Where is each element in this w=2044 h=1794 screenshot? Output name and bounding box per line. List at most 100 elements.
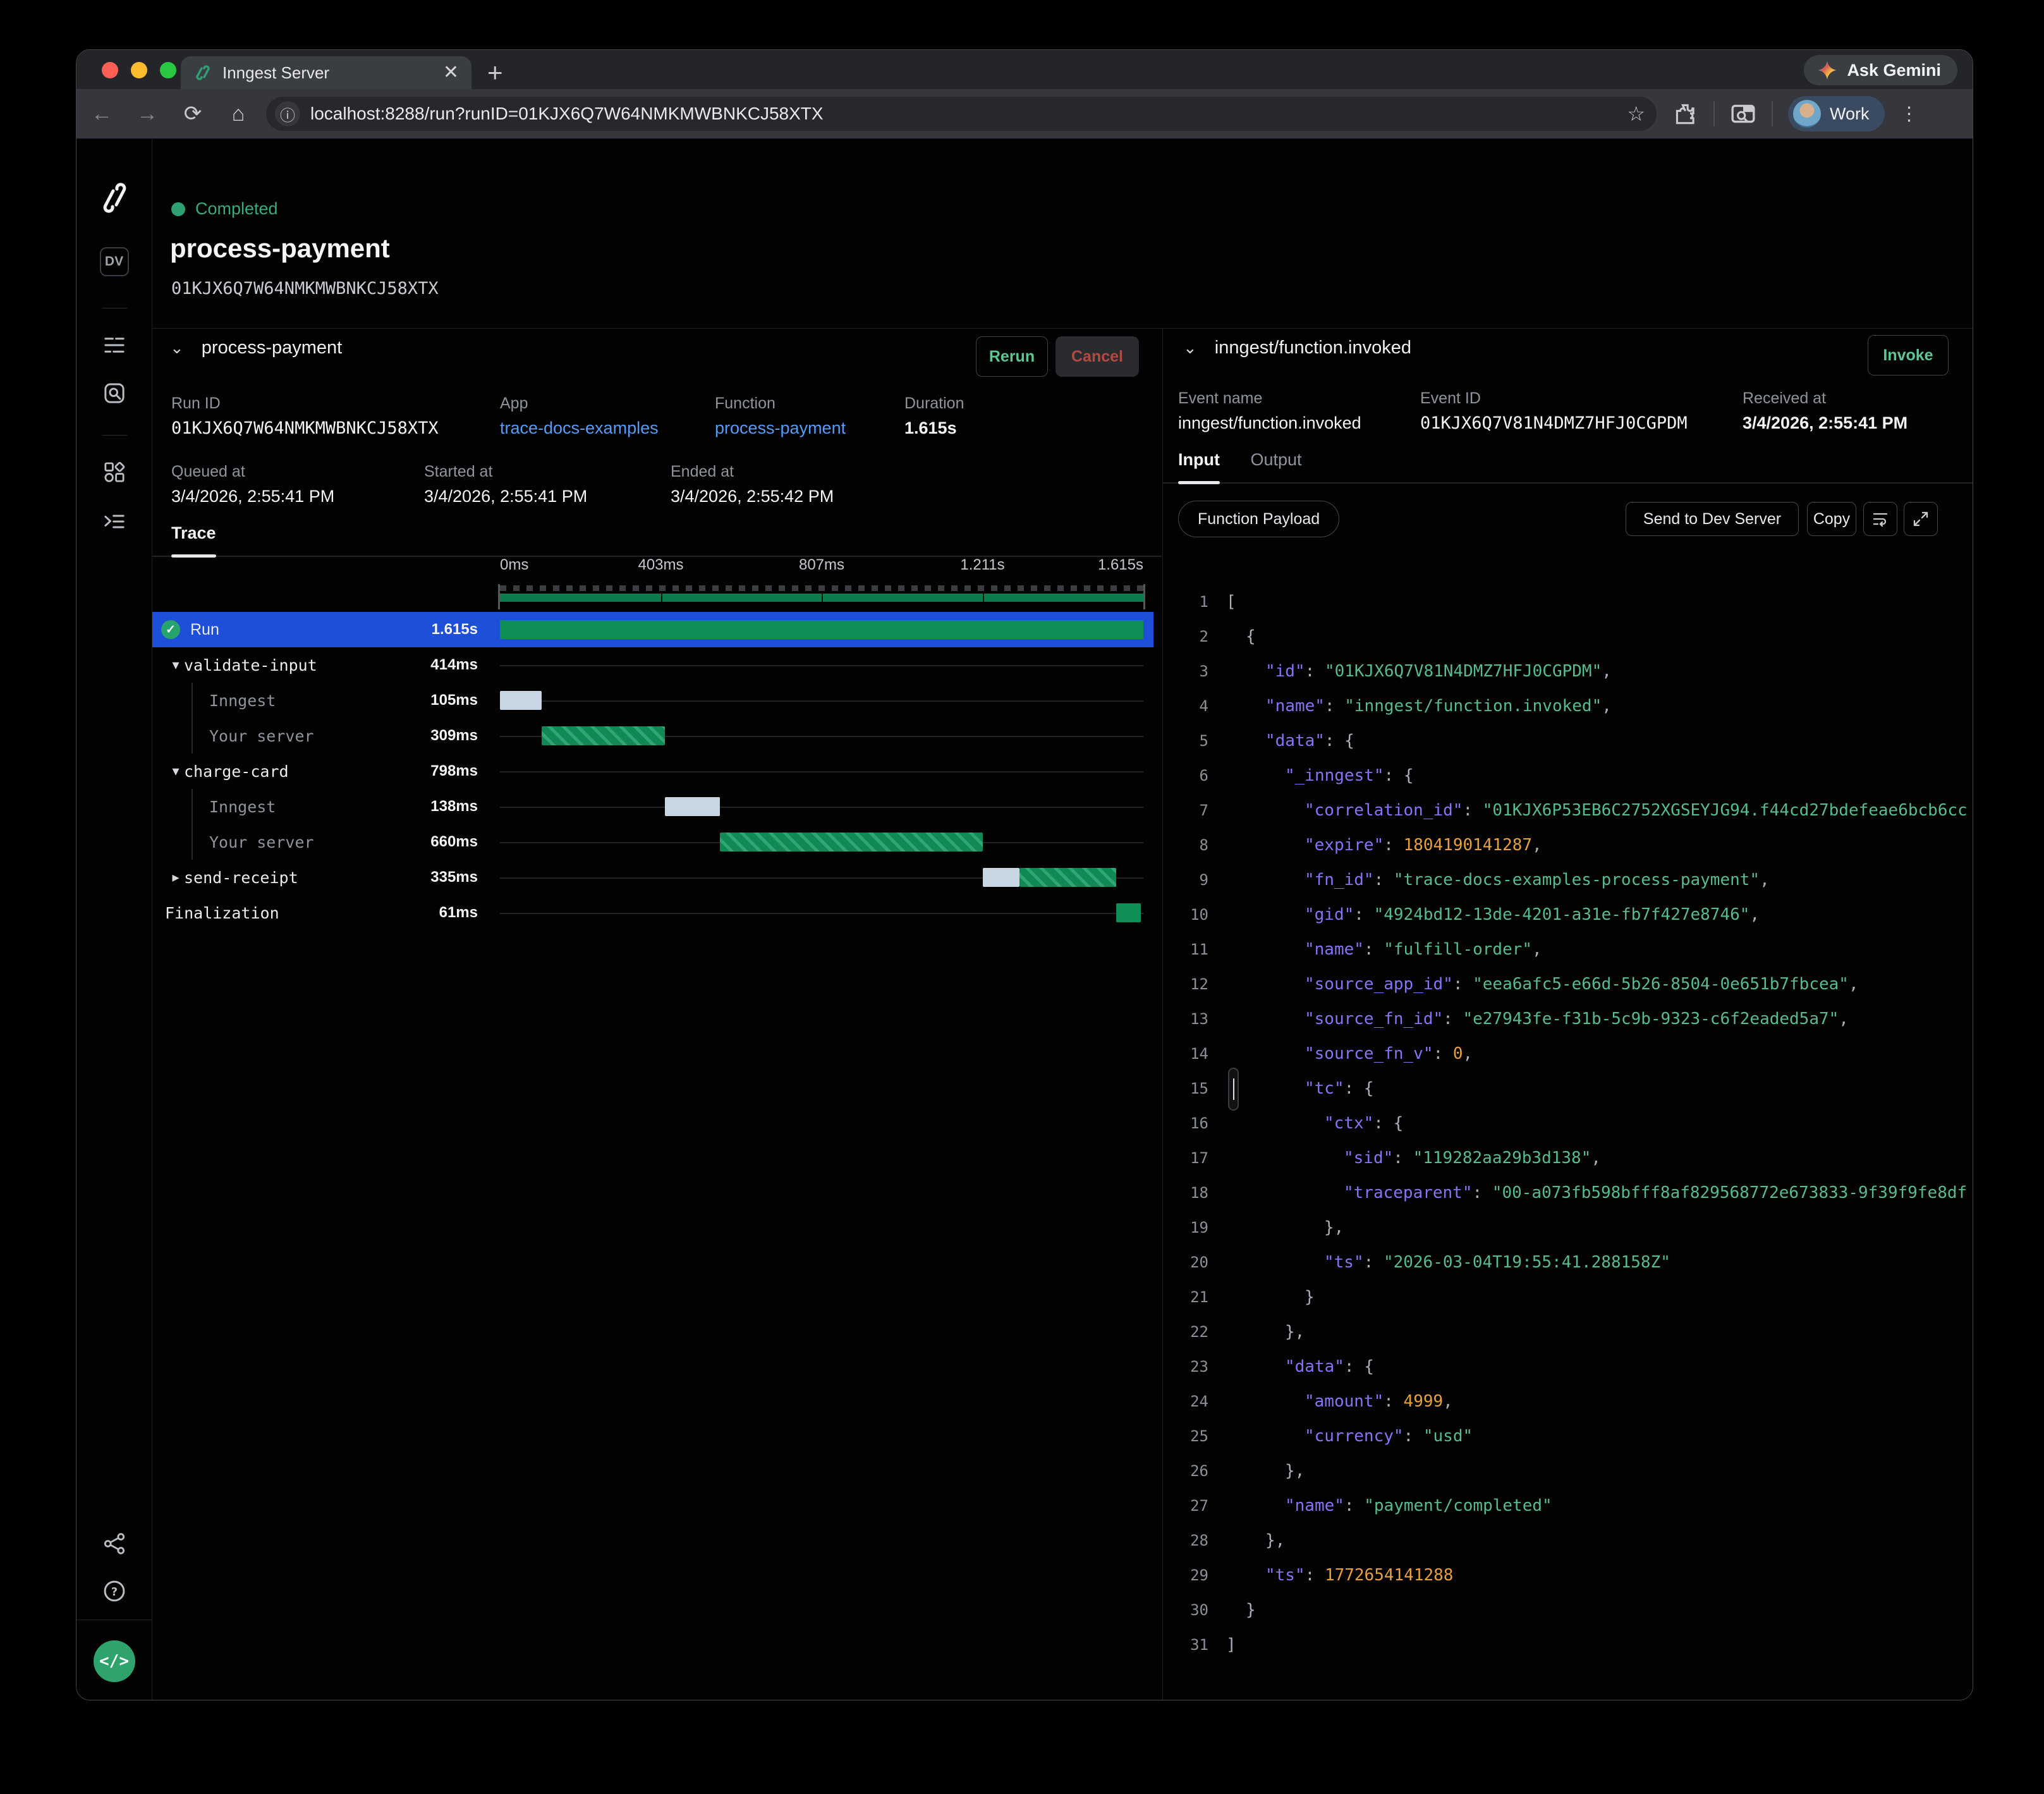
new-tab-button[interactable]: + xyxy=(487,58,503,88)
line-number: 3 xyxy=(1163,662,1208,680)
minimize-window-button[interactable] xyxy=(131,62,147,78)
trace-row-label: Run xyxy=(190,621,219,639)
span-bar-light[interactable] xyxy=(665,797,720,816)
code-line: 10"gid": "4924bd12-13de-4201-a31e-fb7f42… xyxy=(1163,897,1973,932)
line-number: 12 xyxy=(1163,975,1208,993)
invoke-button[interactable]: Invoke xyxy=(1868,335,1949,375)
line-number: 1 xyxy=(1163,593,1208,611)
trace-row-send-receipt[interactable]: ▸send-receipt335ms xyxy=(152,860,1153,895)
trace-row-inngest[interactable]: ▾Inngest138ms xyxy=(152,789,1153,824)
span-bar-run[interactable] xyxy=(500,620,1143,639)
bookmark-star-icon[interactable]: ☆ xyxy=(1627,102,1645,126)
inngest-logo-icon[interactable] xyxy=(76,183,152,213)
line-number: 22 xyxy=(1163,1323,1208,1341)
timeline-minimap[interactable] xyxy=(500,585,1143,614)
rerun-button[interactable]: Rerun xyxy=(976,336,1048,377)
profile-chip[interactable]: Work xyxy=(1788,96,1885,131)
code-line: 5"data": { xyxy=(1163,723,1973,758)
line-number: 9 xyxy=(1163,871,1208,889)
chevron-down-icon[interactable]: ▾ xyxy=(167,763,184,779)
code-line: 17"sid": "119282aa29b3d138", xyxy=(1163,1140,1973,1175)
line-number: 6 xyxy=(1163,767,1208,784)
trace-row-run[interactable]: ✓Run1.615s xyxy=(152,612,1153,647)
code-line: 21} xyxy=(1163,1279,1973,1314)
sidebar-item-functions[interactable] xyxy=(76,511,152,532)
code-line: 18"traceparent": "00-a073fb598bfff8af829… xyxy=(1163,1175,1973,1210)
reload-icon[interactable]: ⟳ xyxy=(179,101,207,126)
json-code-editor[interactable]: 1[2{3"id": "01KJX6Q7V81N4DMZ7HFJ0CGPDM",… xyxy=(1163,584,1973,1662)
axis-tick-label: 1.615s xyxy=(1098,556,1143,574)
chevron-right-icon[interactable]: ▸ xyxy=(167,869,184,886)
ask-gemini-button[interactable]: Ask Gemini xyxy=(1804,55,1957,85)
maximize-window-button[interactable] xyxy=(160,62,176,78)
span-bar-light[interactable] xyxy=(500,691,542,710)
toolbar-divider xyxy=(1713,101,1715,126)
tab-input[interactable]: Input xyxy=(1178,450,1220,482)
span-bar-hatch[interactable] xyxy=(542,726,665,745)
trace-row-charge-card[interactable]: ▾charge-card798ms xyxy=(152,754,1153,789)
trace-row-finalization[interactable]: ▾Finalization61ms xyxy=(152,895,1153,931)
browser-tab[interactable]: Inngest Server ✕ xyxy=(181,56,471,89)
inngest-app: DV ? xyxy=(76,138,1973,1700)
close-window-button[interactable] xyxy=(102,62,118,78)
tab-search-icon[interactable] xyxy=(1730,101,1756,126)
help-icon: ? xyxy=(102,1579,126,1603)
workspace-badge[interactable]: DV xyxy=(76,247,152,276)
collapse-chevron-icon[interactable]: ⌄ xyxy=(170,338,184,358)
extensions-icon[interactable] xyxy=(1673,101,1698,126)
code-text: } xyxy=(1226,1601,1256,1620)
ended-at-value: 3/4/2026, 2:55:42 PM xyxy=(671,487,834,506)
line-number: 7 xyxy=(1163,802,1208,819)
url-bar[interactable]: ⓘ localhost:8288/run?runID=01KJX6Q7W64NM… xyxy=(266,97,1657,131)
word-wrap-button[interactable] xyxy=(1863,502,1897,536)
site-info-icon[interactable]: ⓘ xyxy=(275,101,300,126)
tab-close-icon[interactable]: ✕ xyxy=(443,63,459,82)
event-name-value: inngest/function.invoked xyxy=(1178,413,1361,433)
browser-toolbar: ← → ⟳ ⌂ ⓘ localhost:8288/run?runID=01KJX… xyxy=(76,89,1973,138)
line-number: 29 xyxy=(1163,1566,1208,1584)
cancel-button[interactable]: Cancel xyxy=(1055,336,1139,377)
copy-button[interactable]: Copy xyxy=(1807,502,1856,536)
code-text: "sid": "119282aa29b3d138", xyxy=(1226,1149,1601,1168)
sidebar-item-apps[interactable] xyxy=(76,461,152,484)
tab-trace[interactable]: Trace xyxy=(171,523,216,556)
dev-code-button[interactable]: </> xyxy=(94,1640,135,1682)
sidebar-item-help[interactable]: ? xyxy=(76,1579,152,1603)
code-text: "amount": 4999, xyxy=(1226,1392,1453,1411)
apps-icon xyxy=(103,461,126,484)
span-bar-light[interactable] xyxy=(983,868,1019,887)
send-to-dev-server-button[interactable]: Send to Dev Server xyxy=(1626,502,1799,536)
sidebar-item-events[interactable] xyxy=(76,382,152,405)
trace-row-validate-input[interactable]: ▾validate-input414ms xyxy=(152,647,1153,683)
panel-resize-handle[interactable] xyxy=(1228,1068,1239,1111)
back-icon[interactable]: ← xyxy=(88,102,116,126)
code-line: 16"ctx": { xyxy=(1163,1106,1973,1140)
trace-row-your-server[interactable]: ▾Your server660ms xyxy=(152,824,1153,860)
span-bar-solid[interactable] xyxy=(1116,903,1140,922)
code-text: "name": "fulfill-order", xyxy=(1226,940,1542,959)
trace-row-timeline xyxy=(500,612,1143,647)
expand-button[interactable] xyxy=(1904,502,1938,536)
tab-favicon-inngest-logo-icon xyxy=(193,63,212,82)
code-text: ] xyxy=(1226,1635,1236,1654)
collapse-chevron-icon[interactable]: ⌄ xyxy=(1183,338,1197,358)
span-bar-hatch[interactable] xyxy=(720,833,983,851)
tab-output[interactable]: Output xyxy=(1250,450,1301,482)
browser-menu-icon[interactable]: ⋮ xyxy=(1900,103,1919,125)
chevron-down-icon[interactable]: ▾ xyxy=(167,657,184,673)
browser-tabstrip: Inngest Server ✕ + Ask Gemini xyxy=(76,50,1973,89)
gemini-spark-icon xyxy=(1816,59,1838,81)
function-link[interactable]: process-payment xyxy=(715,418,846,438)
timeline-axis: 0ms403ms807ms1.211s1.615s xyxy=(500,556,1143,578)
sidebar-item-runs[interactable] xyxy=(76,335,152,355)
app-link[interactable]: trace-docs-examples xyxy=(500,418,659,438)
line-number: 4 xyxy=(1163,697,1208,715)
trace-row-inngest[interactable]: ▾Inngest105ms xyxy=(152,683,1153,718)
trace-row-your-server[interactable]: ▾Your server309ms xyxy=(152,718,1153,754)
home-icon[interactable]: ⌂ xyxy=(224,102,252,126)
sidebar-item-share[interactable] xyxy=(76,1532,152,1555)
function-payload-pill[interactable]: Function Payload xyxy=(1178,501,1339,537)
span-bar-hatch[interactable] xyxy=(1019,868,1116,887)
forward-icon[interactable]: → xyxy=(133,102,161,126)
code-line: 20"ts": "2026-03-04T19:55:41.288158Z" xyxy=(1163,1245,1973,1279)
